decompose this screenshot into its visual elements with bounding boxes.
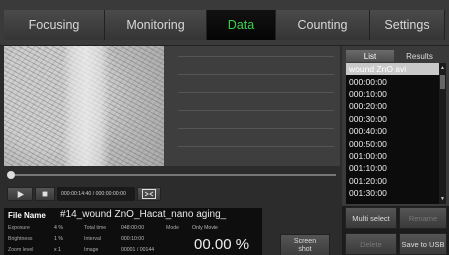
tab-counting[interactable]: Counting <box>276 10 370 40</box>
file-name-value: #14_wound ZnO_Hacat_nano aging_ <box>60 209 227 220</box>
screenshot-label-line2: shot <box>298 246 312 253</box>
data-panel: 000:00:14:40 / 000:00:00:00 File Name #1… <box>0 46 342 255</box>
total-time-value: 048:00:00 <box>121 225 145 231</box>
list-item[interactable]: 000:10:00 <box>346 88 439 100</box>
interval-value: 000:10:00 <box>121 236 145 242</box>
fit-screen-icon <box>142 189 156 199</box>
play-button[interactable] <box>7 187 33 201</box>
interval-label: Interval <box>84 236 102 242</box>
seek-track <box>8 174 336 176</box>
list-item[interactable]: 000:30:00 <box>346 113 439 125</box>
seek-handle[interactable] <box>7 171 15 179</box>
mode-label: Mode <box>166 225 179 231</box>
tab-data[interactable]: Data <box>207 10 276 40</box>
scroll-down-icon[interactable]: ▼ <box>440 196 445 202</box>
timecode-display: 000:00:14:40 / 000:00:00:00 <box>57 187 135 201</box>
seek-bar[interactable] <box>4 170 340 180</box>
stop-button[interactable] <box>35 187 55 201</box>
list-item[interactable]: 000:40:00 <box>346 125 439 137</box>
list-item[interactable]: 000:50:00 <box>346 137 439 149</box>
tab-settings[interactable]: Settings <box>370 10 445 40</box>
play-icon <box>17 190 24 198</box>
tab-focusing[interactable]: Focusing <box>4 10 105 40</box>
total-time-label: Total time <box>84 225 107 231</box>
tab-monitoring[interactable]: Monitoring <box>105 10 207 40</box>
file-list-panel: List Results wound ZnO avi 000:00:00 000… <box>342 46 449 206</box>
brightness-label: Brightness <box>8 236 33 242</box>
brightness-value: 1 % <box>54 236 63 242</box>
graph-area <box>164 46 340 166</box>
multi-select-button[interactable]: Multi select <box>345 207 397 229</box>
exposure-label: Exposure <box>8 225 30 231</box>
list-item[interactable]: 000:00:00 <box>346 75 439 87</box>
image-value: 00001 / 00144 <box>121 247 155 253</box>
fit-screen-button[interactable] <box>137 187 161 201</box>
list-item[interactable]: wound ZnO avi <box>346 63 439 76</box>
list-scrollbar[interactable]: ▲ ▼ <box>439 63 446 204</box>
zoom-value: x 1 <box>54 247 61 253</box>
file-name-label: File Name <box>8 211 46 220</box>
delete-button[interactable]: Delete <box>345 233 397 255</box>
list-item[interactable]: 001:00:00 <box>346 150 439 162</box>
mode-value: Only Movie <box>192 225 218 231</box>
image-label: Image <box>84 247 99 253</box>
rename-button[interactable]: Rename <box>399 207 447 229</box>
tab-list[interactable]: List <box>346 50 394 62</box>
list-item[interactable]: 001:10:00 <box>346 162 439 174</box>
list-item[interactable]: 001:20:00 <box>346 175 439 187</box>
wound-scratch-region <box>62 46 110 166</box>
main-tab-bar: Focusing Monitoring Data Counting Settin… <box>0 0 449 46</box>
progress-percent: 00.00 % <box>194 236 250 253</box>
zoom-label: Zoom level <box>8 247 34 253</box>
scroll-thumb[interactable] <box>440 75 445 89</box>
file-list: wound ZnO avi 000:00:00 000:10:00 000:20… <box>346 63 439 204</box>
tab-results[interactable]: Results <box>394 50 445 62</box>
exposure-value: 4 % <box>54 225 63 231</box>
list-item[interactable]: 000:20:00 <box>346 100 439 112</box>
save-to-usb-button[interactable]: Save to USB <box>399 233 447 255</box>
screenshot-button[interactable]: Screen shot <box>280 234 330 255</box>
list-item[interactable]: 001:30:00 <box>346 187 439 199</box>
screenshot-label-line1: Screen <box>293 238 317 245</box>
microscope-image <box>4 46 164 166</box>
file-info-box: File Name #14_wound ZnO_Hacat_nano aging… <box>4 208 262 255</box>
scroll-up-icon[interactable]: ▲ <box>440 65 445 71</box>
stop-icon <box>42 191 48 197</box>
